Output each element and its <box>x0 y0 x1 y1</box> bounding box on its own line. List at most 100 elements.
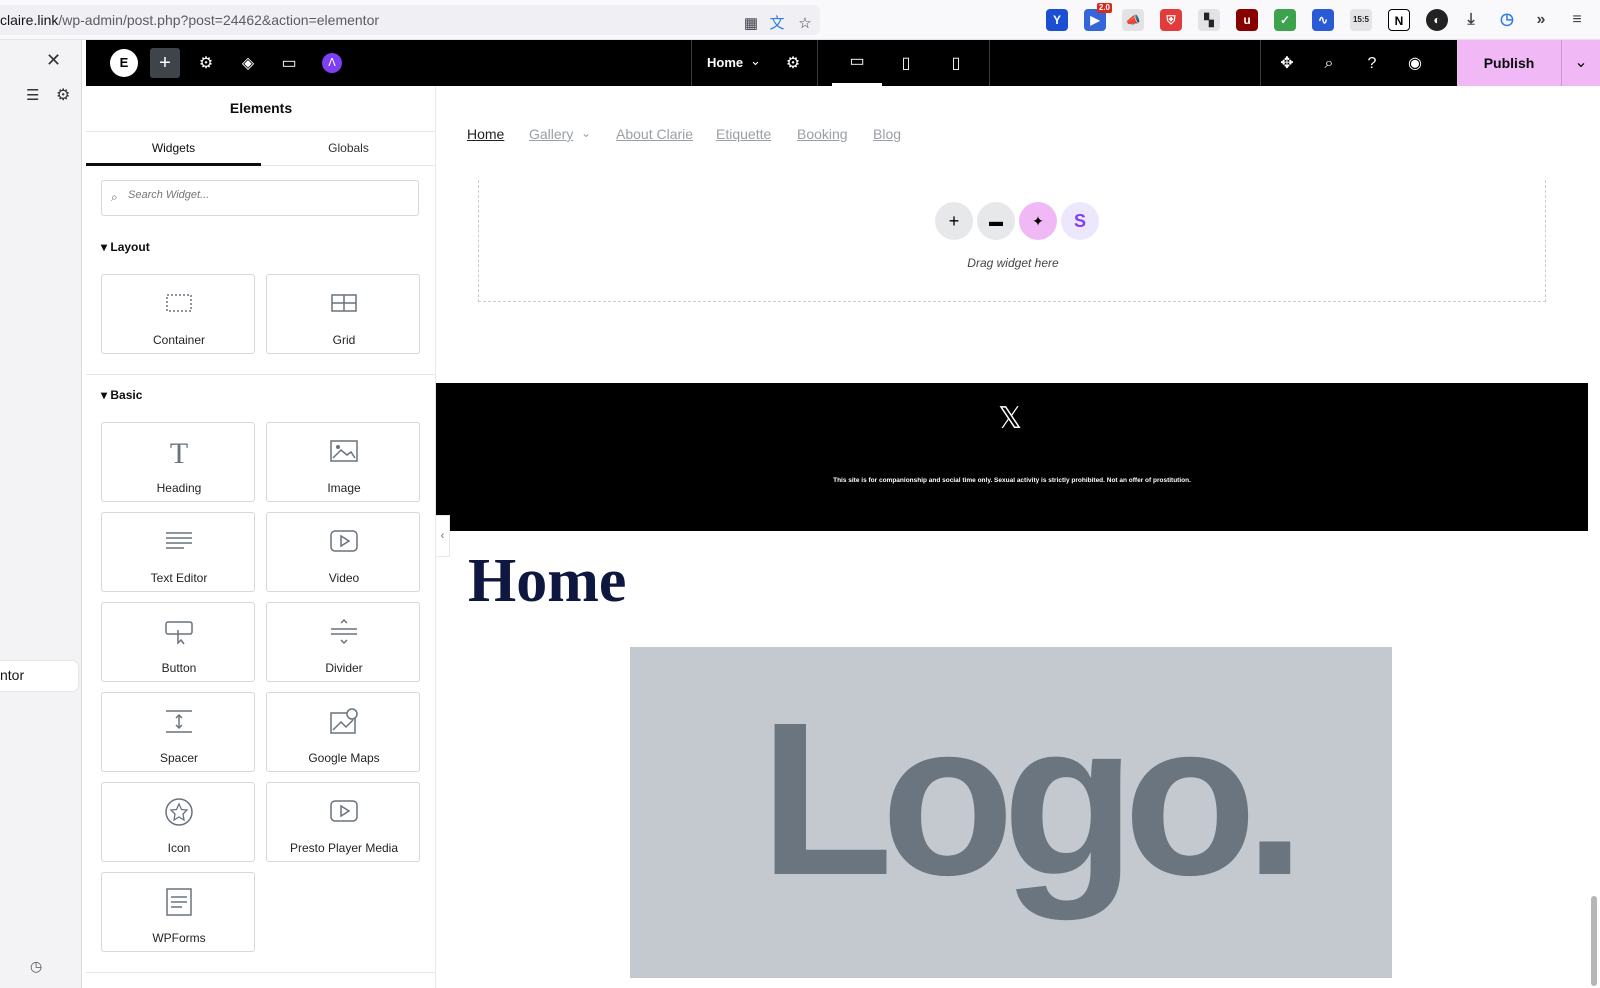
collapse-panel-chevron-icon[interactable]: ‹ <box>436 515 450 557</box>
nav-gallery[interactable]: Gallery <box>529 126 573 142</box>
help-icon[interactable]: ? <box>1358 50 1386 78</box>
publish-button[interactable]: Publish <box>1457 40 1561 86</box>
preview-eye-icon[interactable]: ◉ <box>1401 50 1429 78</box>
qr-code-icon[interactable]: ▦ <box>742 15 760 33</box>
section-layout[interactable]: ▾ Layout <box>101 240 150 254</box>
apps-grid-icon[interactable]: ▚ <box>1198 9 1220 31</box>
widget-button[interactable]: Button <box>101 602 255 682</box>
history-clock-icon[interactable]: ◷ <box>1496 9 1518 31</box>
drag-widget-hint: Drag widget here <box>967 256 1059 270</box>
clock-extension-icon[interactable]: 15:5 <box>1350 9 1372 31</box>
desktop-view-tab[interactable]: ▭ <box>832 40 882 86</box>
nav-home[interactable]: Home <box>467 126 504 142</box>
scrollbar-thumb[interactable] <box>1591 896 1597 986</box>
tab-widgets[interactable]: Widgets <box>86 131 261 166</box>
history-item-label: ntor <box>0 667 25 683</box>
history-item[interactable]: ntor <box>0 661 78 691</box>
comments-icon[interactable]: ▭ <box>275 50 303 78</box>
shield-extension-icon[interactable]: ⛨ <box>1160 9 1182 31</box>
scrollbar[interactable] <box>1588 86 1600 988</box>
empty-drop-zone[interactable]: + ▬ ✦ S Drag widget here <box>478 180 1546 302</box>
search-widget-box[interactable]: ⌕ <box>101 180 419 216</box>
starter-templates-icon[interactable]: S <box>1061 202 1099 240</box>
gear-icon[interactable]: ⚙ <box>56 85 70 105</box>
elementor-logo-icon[interactable]: E <box>110 49 138 77</box>
search-widget-input[interactable] <box>128 189 408 201</box>
nav-etiquette[interactable]: Etiquette <box>716 126 771 142</box>
nav-about[interactable]: About Clarie <box>616 126 693 142</box>
widget-heading[interactable]: T Heading <box>101 422 255 502</box>
overflow-chevron-icon[interactable]: » <box>1530 9 1552 31</box>
widget-divider[interactable]: Divider <box>266 602 420 682</box>
button-icon <box>165 621 193 645</box>
widget-presto-player-media[interactable]: Presto Player Media <box>266 782 420 862</box>
widget-wpforms[interactable]: WPForms <box>101 872 255 952</box>
x-twitter-icon[interactable]: 𝕏 <box>998 401 1022 436</box>
widget-google-maps[interactable]: Google Maps <box>266 692 420 772</box>
template-library-icon[interactable]: ▬ <box>977 202 1015 240</box>
section-basic[interactable]: ▾ Basic <box>101 388 142 402</box>
site-settings-icon[interactable]: ⚙ <box>192 50 220 78</box>
heading-icon: T <box>170 437 188 467</box>
page-canvas: Home Gallery ⌄ About Clarie Etiquette Bo… <box>436 86 1588 988</box>
url-text[interactable]: claire.link/wp-admin/post.php?post=24462… <box>0 12 379 28</box>
notion-icon[interactable]: N <box>1388 9 1410 31</box>
map-pin-icon <box>330 708 358 734</box>
widget-image[interactable]: Image <box>266 422 420 502</box>
nav-blog[interactable]: Blog <box>873 126 901 142</box>
url-bar[interactable]: claire.link/wp-admin/post.php?post=24462… <box>0 5 820 35</box>
extension-badge-icon[interactable]: 2.0 ▶ <box>1084 3 1112 31</box>
bookmark-star-icon[interactable]: ☆ <box>796 15 814 33</box>
widget-grid[interactable]: Grid <box>266 274 420 354</box>
panel-title: Elements <box>229 100 293 116</box>
megaphone-icon[interactable]: 📣 <box>1122 9 1144 31</box>
star-icon <box>165 798 193 826</box>
page-settings-icon[interactable]: ⚙ <box>779 50 807 78</box>
add-section-button[interactable]: + <box>935 202 973 240</box>
translate-icon[interactable]: 文 <box>768 15 786 33</box>
svg-text:T: T <box>170 437 188 467</box>
grid-icon <box>331 294 357 312</box>
sort-icon[interactable]: ☰ <box>26 86 39 104</box>
close-icon[interactable]: ✕ <box>46 50 61 71</box>
search-icon[interactable]: ⌕ <box>1315 50 1343 78</box>
tablet-icon[interactable]: ▯ <box>892 50 920 78</box>
pulse-icon[interactable]: ∿ <box>1312 9 1334 31</box>
structure-layers-icon[interactable]: ◈ <box>234 50 262 78</box>
chevron-down-icon[interactable]: ⌄ <box>750 53 761 69</box>
divider-icon <box>331 618 357 645</box>
extension-icon[interactable]: Y <box>1046 9 1068 31</box>
widget-text-editor[interactable]: Text Editor <box>101 512 255 592</box>
app-connect-icon[interactable]: ᐱ <box>322 53 342 73</box>
video-icon <box>330 530 358 552</box>
history-clock-icon[interactable]: ◷ <box>30 958 42 975</box>
add-element-icon[interactable]: + <box>150 48 180 78</box>
privacy-shield-icon[interactable]: ✓ <box>1274 9 1296 31</box>
page-select[interactable]: Home <box>707 55 743 70</box>
publish-options-chevron-icon[interactable]: ⌄ <box>1561 40 1600 86</box>
footer-section: 𝕏 This site is for companionship and soc… <box>436 383 1588 531</box>
mobile-icon[interactable]: ▯ <box>942 50 970 78</box>
widget-container[interactable]: Container <box>101 274 255 354</box>
widget-video[interactable]: Video <box>266 512 420 592</box>
caret-down-icon: ▾ <box>101 388 111 402</box>
ublock-icon[interactable]: u <box>1236 9 1258 31</box>
tab-globals[interactable]: Globals <box>261 131 436 166</box>
menu-icon[interactable]: ≡ <box>1566 9 1588 31</box>
browser-toolbar: claire.link/wp-admin/post.php?post=24462… <box>0 0 1600 40</box>
profile-icon[interactable]: ◐ <box>1426 9 1448 31</box>
widget-spacer[interactable]: Spacer <box>101 692 255 772</box>
video-icon <box>330 800 358 822</box>
elements-panel: Elements Widgets Globals ⌕ ▾ Layout Cont… <box>86 86 436 988</box>
download-icon[interactable]: ⤓ <box>1460 9 1482 31</box>
spacer-icon <box>166 710 192 733</box>
logo-image-placeholder[interactable]: Logo. <box>630 647 1392 978</box>
logo-placeholder-text: Logo. <box>760 678 1305 921</box>
notes-icon[interactable]: ✥ <box>1273 50 1301 78</box>
desktop-icon: ▭ <box>849 53 865 70</box>
chevron-down-icon[interactable]: ⌄ <box>581 126 591 140</box>
ai-sparkle-icon[interactable]: ✦ <box>1019 202 1057 240</box>
widget-icon[interactable]: Icon <box>101 782 255 862</box>
form-icon <box>166 888 192 916</box>
nav-booking[interactable]: Booking <box>797 126 848 142</box>
